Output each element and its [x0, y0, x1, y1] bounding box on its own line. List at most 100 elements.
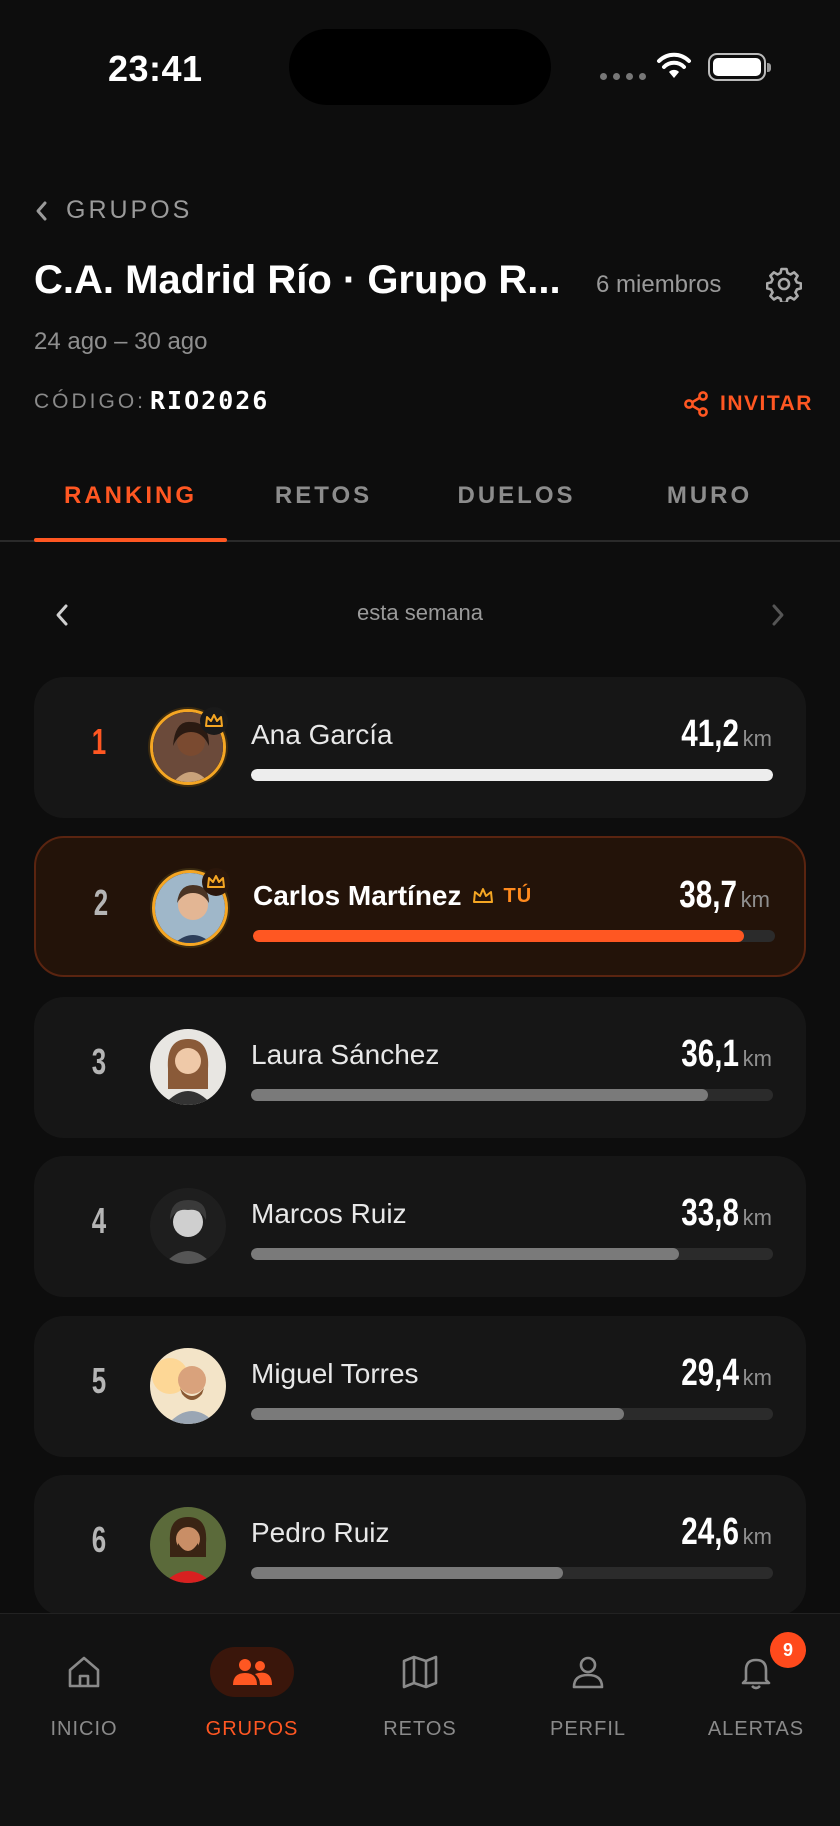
invite-button[interactable]: INVITAR — [682, 390, 813, 418]
page-title: C.A. Madrid Río · Grupo R... — [34, 258, 561, 302]
nav-label: RETOS — [383, 1718, 457, 1740]
tab-bar: RANKING RETOS DUELOS MURO — [0, 470, 840, 542]
runner-name-text: Ana García — [251, 719, 393, 750]
progress-bar — [251, 1089, 773, 1101]
distance-value: 33,8 — [680, 1192, 739, 1234]
runner-name: Pedro Ruiz — [251, 1517, 390, 1549]
tab-ranking[interactable]: RANKING — [34, 482, 227, 510]
distance: 38,7 km — [663, 874, 770, 917]
code-label: CÓDIGO: — [34, 390, 147, 413]
runner-name: Marcos Ruiz — [251, 1198, 407, 1230]
ranking-row[interactable]: 4 Marcos Ruiz 33,8 km — [34, 1156, 806, 1297]
progress-fill — [251, 1567, 563, 1579]
ranking-row[interactable]: 6 Pedro Ruiz 24,6 km — [34, 1475, 806, 1616]
progress-bar — [251, 1408, 773, 1420]
nav-label: ALERTAS — [707, 1718, 805, 1740]
ranking-row[interactable]: 3 Laura Sánchez 36,1 km — [34, 997, 806, 1138]
tab-retos[interactable]: RETOS — [227, 482, 420, 510]
week-label: esta semana — [357, 600, 483, 625]
progress-fill — [251, 1248, 680, 1260]
nav-label: PERFIL — [549, 1718, 627, 1740]
ranking-row[interactable]: 5 Miguel Torres 29,4 km — [34, 1316, 806, 1457]
runner-name: Miguel Torres — [251, 1358, 419, 1390]
runner-name-text: Miguel Torres — [251, 1358, 419, 1389]
wifi-icon — [657, 52, 691, 78]
distance-value: 24,6 — [680, 1511, 739, 1553]
nav-perfil[interactable]: PERFIL — [504, 1640, 672, 1741]
progress-fill — [251, 769, 773, 781]
notification-badge: 9 — [770, 1632, 806, 1668]
progress-bar — [251, 1248, 773, 1260]
rank-number: 2 — [93, 882, 109, 923]
share-icon — [684, 391, 708, 417]
person-icon — [572, 1656, 604, 1689]
rank-number: 1 — [91, 721, 107, 762]
invite-label: INVITAR — [720, 392, 813, 415]
distance: 33,8 km — [665, 1192, 772, 1235]
nav-grupos[interactable]: GRUPOS — [168, 1640, 336, 1741]
rank-number: 4 — [91, 1200, 107, 1241]
tab-duelos[interactable]: DUELOS — [420, 482, 613, 510]
progress-fill — [253, 930, 744, 942]
avatar — [150, 1507, 226, 1583]
map-icon — [402, 1655, 438, 1689]
nav-label: GRUPOS — [205, 1718, 299, 1740]
distance-unit: km — [742, 1524, 772, 1549]
runner-name: Laura Sánchez — [251, 1039, 439, 1071]
distance-unit: km — [740, 887, 770, 912]
group-code[interactable]: RIO2026 — [150, 386, 269, 415]
distance-unit: km — [742, 1365, 772, 1390]
avatar — [150, 1348, 226, 1424]
users-icon — [233, 1659, 272, 1685]
signal-icon — [600, 73, 646, 80]
you-badge: TÚ — [503, 884, 533, 907]
bell-icon — [741, 1658, 771, 1690]
ranking-row-me[interactable]: 2 Carlos Martínez TÚ 38,7 km — [34, 836, 806, 977]
progress-fill — [251, 1408, 624, 1420]
avatar — [150, 1188, 226, 1264]
distance-unit: km — [742, 1046, 772, 1071]
distance-value: 29,4 — [680, 1352, 739, 1394]
chevron-right-icon[interactable] — [768, 602, 788, 628]
distance-unit: km — [742, 1205, 772, 1230]
runner-name: Carlos Martínez TÚ — [253, 880, 532, 912]
gear-icon[interactable] — [766, 266, 802, 302]
progress-bar — [253, 930, 775, 942]
date-range: 24 ago – 30 ago — [34, 328, 208, 355]
members-count[interactable]: 6 miembros — [596, 271, 721, 299]
distance-value: 36,1 — [680, 1033, 739, 1075]
ranking-row[interactable]: 1 Ana García 41,2 km — [34, 677, 806, 818]
progress-bar — [251, 1567, 773, 1579]
distance: 36,1 km — [665, 1033, 772, 1076]
runner-name-text: Pedro Ruiz — [251, 1517, 390, 1548]
runner-name-text: Laura Sánchez — [251, 1039, 440, 1070]
crown-icon — [472, 888, 493, 903]
rank-number: 3 — [91, 1041, 107, 1082]
week-selector: esta semana — [0, 596, 840, 636]
active-tab-indicator — [34, 538, 227, 542]
nav-retos[interactable]: RETOS — [336, 1640, 504, 1741]
nav-inicio[interactable]: INICIO — [0, 1640, 168, 1741]
runner-name: Ana García — [251, 719, 393, 751]
dynamic-island — [289, 29, 551, 105]
avatar — [150, 1029, 226, 1105]
runner-name-text: Carlos Martínez — [253, 880, 462, 911]
nav-label: INICIO — [50, 1718, 118, 1740]
distance-value: 41,2 — [680, 713, 739, 755]
back-label: GRUPOS — [66, 196, 193, 224]
status-bar: 23:41 — [0, 0, 840, 140]
crown-icon — [200, 707, 228, 735]
battery-icon — [708, 53, 771, 81]
rank-number: 6 — [91, 1519, 107, 1560]
tab-muro[interactable]: MURO — [613, 482, 806, 510]
bottom-nav: INICIO GRUPOS RETOS PERFIL 9 ALERTAS — [0, 1613, 840, 1826]
distance-unit: km — [742, 726, 772, 751]
crown-icon — [202, 868, 230, 896]
nav-alertas[interactable]: 9 ALERTAS — [672, 1632, 840, 1741]
back-button[interactable]: GRUPOS — [34, 196, 192, 225]
status-time: 23:41 — [108, 48, 203, 89]
rank-number: 5 — [91, 1360, 107, 1401]
progress-fill — [251, 1089, 709, 1101]
distance: 24,6 km — [665, 1511, 772, 1554]
progress-bar — [251, 769, 773, 781]
